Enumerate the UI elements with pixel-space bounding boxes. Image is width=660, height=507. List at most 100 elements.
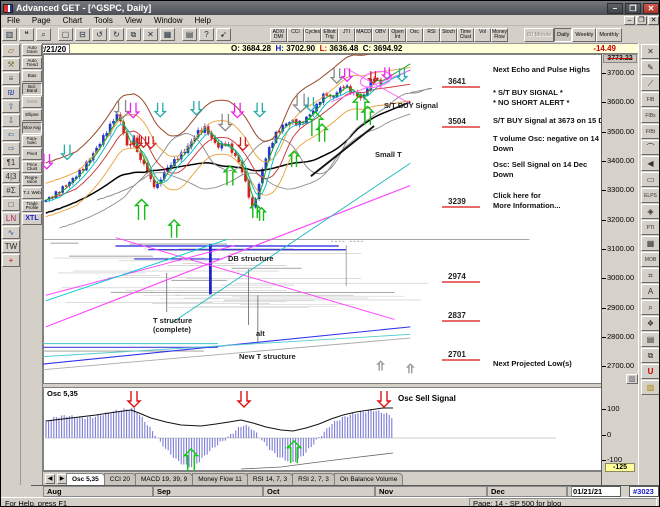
help-icon[interactable]: ? xyxy=(199,28,214,41)
tab-on-balance-volume[interactable]: On Balance Volume xyxy=(334,473,403,485)
period-button-weekly[interactable]: Weekly xyxy=(572,28,596,42)
delete-page-icon[interactable]: ✕ xyxy=(143,28,158,41)
menu-page[interactable]: Page xyxy=(26,16,57,25)
arrow-down-tool-icon[interactable]: ⇩ xyxy=(2,114,20,127)
tab-cci-20[interactable]: CCI 20 xyxy=(104,473,136,485)
study-button-osc[interactable]: Osc xyxy=(406,28,423,42)
fib-extension-icon[interactable]: FIBx xyxy=(641,108,660,123)
study-quick-para-bolic[interactable]: Para- bolic xyxy=(22,135,42,147)
study-quick-trade-profile[interactable]: Trade Profile xyxy=(22,200,42,212)
cross-tool-icon[interactable]: + xyxy=(2,254,20,267)
make-or-break-icon[interactable]: MOB xyxy=(641,252,660,267)
study-button-elliott-trig[interactable]: Elliott Trig xyxy=(321,28,338,42)
price-axis[interactable]: 3773.22 -125 ▨ 3700.003600.003500.003400… xyxy=(601,54,638,485)
mdi-minimize-button[interactable]: – xyxy=(624,16,635,25)
lines-tool-icon[interactable]: LN xyxy=(2,212,20,225)
study-button-cci[interactable]: CCI xyxy=(287,28,304,42)
tab-rsi-2-7-3[interactable]: RSI 2, 7, 3 xyxy=(292,473,335,485)
study-quick-delta[interactable]: Delta xyxy=(22,96,42,108)
study-quick-ellipse[interactable]: Ellipse xyxy=(22,109,42,121)
fib-retracement-icon[interactable]: FIB xyxy=(641,92,660,107)
regression-tool-icon[interactable]: ≡ xyxy=(2,72,20,85)
waves-tool-icon[interactable]: ∿ xyxy=(2,226,20,239)
menu-window[interactable]: Window xyxy=(148,16,188,25)
text-tool-icon[interactable]: A xyxy=(641,284,660,299)
wave-count-icon[interactable]: ¶1 xyxy=(2,156,20,169)
minimize-button[interactable]: – xyxy=(607,3,623,14)
arrow-up-tool-icon[interactable]: ⇧ xyxy=(2,100,20,113)
elliott-tool-icon[interactable]: ₪ xyxy=(2,86,20,99)
percent-tool-icon[interactable]: #Σ xyxy=(2,184,20,197)
find-icon[interactable]: ⌕ xyxy=(36,28,51,41)
mdi-restore-button[interactable]: ❐ xyxy=(636,16,647,25)
study-quick-price-clust[interactable]: Price Clust xyxy=(22,161,42,173)
study-button-stoch[interactable]: Stoch xyxy=(440,28,457,42)
study-quick-xtl[interactable]: XTL xyxy=(22,213,42,225)
zoom-icon[interactable]: ⌕ xyxy=(641,300,660,315)
tj-web-icon[interactable]: ◈ xyxy=(641,204,660,219)
arrow-right-tool-icon[interactable]: ⇨ xyxy=(2,142,20,155)
study-quick-mov-avg[interactable]: Mov Avg xyxy=(22,122,42,134)
study-button-rsi[interactable]: RSI xyxy=(423,28,440,42)
study-quick-bol-band[interactable]: Bol. Band xyxy=(22,83,42,95)
menu-help[interactable]: Help xyxy=(188,16,216,25)
tab-macd-19-39-9[interactable]: MACD 19, 39, 9 xyxy=(135,473,193,485)
mdi-close-button[interactable]: ✕ xyxy=(648,16,659,25)
restore-button[interactable]: ❐ xyxy=(625,3,641,14)
save-page-icon[interactable]: ⊟ xyxy=(75,28,90,41)
box-tool-icon[interactable]: □ xyxy=(2,198,20,211)
tw-tool-icon[interactable]: TW xyxy=(2,240,20,253)
menu-file[interactable]: File xyxy=(1,16,26,25)
period-button-daily[interactable]: Daily xyxy=(554,28,572,42)
back-icon[interactable]: ↺ xyxy=(92,28,107,41)
study-quick-auto-trend[interactable]: Auto Trend xyxy=(22,57,42,69)
study-button-money-flow[interactable]: Money Flow xyxy=(491,28,508,42)
chart-window-icon[interactable]: ▥ xyxy=(2,28,17,41)
new-page-icon[interactable]: ▢ xyxy=(58,28,73,41)
menu-tools[interactable]: Tools xyxy=(88,16,119,25)
period-button-60-minute[interactable]: 60 Minute xyxy=(524,28,554,42)
pencil-icon[interactable]: ✎ xyxy=(641,60,660,75)
palette-icon[interactable]: ❖ xyxy=(641,316,660,331)
forward-icon[interactable]: ↻ xyxy=(109,28,124,41)
study-button-open-int[interactable]: Open Int xyxy=(389,28,406,42)
copy-page-icon[interactable]: ⧉ xyxy=(126,28,141,41)
pointer-tool-icon[interactable]: ▱ xyxy=(2,44,20,57)
study-quick-pivot[interactable]: Pivot xyxy=(22,148,42,160)
pti-icon[interactable]: PTI xyxy=(641,220,660,235)
time-cluster-icon[interactable]: ▦ xyxy=(641,236,660,251)
gann-tool-icon[interactable]: ⚒ xyxy=(2,58,20,71)
axis-properties-icon[interactable]: ▨ xyxy=(626,374,638,384)
study-quick-auto-gann[interactable]: Auto Gann xyxy=(22,44,42,56)
menu-chart[interactable]: Chart xyxy=(57,16,89,25)
study-button-macd[interactable]: MACD xyxy=(355,28,372,42)
study-button-time-clust[interactable]: Time Clust xyxy=(457,28,474,42)
mob-arrow-icon[interactable]: ◀ xyxy=(641,156,660,171)
grid-icon[interactable]: ▤ xyxy=(641,332,660,347)
study-button-jti[interactable]: JTI xyxy=(338,28,355,42)
close-button[interactable]: ✕ xyxy=(643,3,659,14)
date-axis[interactable]: 01/21/21 #3023 AugSepOctNovDec xyxy=(31,485,660,497)
study-button-vol[interactable]: Vol xyxy=(474,28,491,42)
arrow-left-tool-icon[interactable]: ⇦ xyxy=(2,128,20,141)
study-quick-regre-ssion[interactable]: Regre- ssion xyxy=(22,174,42,186)
chart-settings-icon[interactable]: ▦ xyxy=(160,28,175,41)
quote-icon[interactable]: ❝ xyxy=(19,28,34,41)
copy-chart-icon[interactable]: ⧉ xyxy=(641,348,660,363)
tab-rsi-14-7-3[interactable]: RSI 14, 7, 3 xyxy=(247,473,293,485)
tab-money-flow-11[interactable]: Money Flow 11 xyxy=(192,473,248,485)
chart-options-icon[interactable]: ▨ xyxy=(641,380,660,395)
analyze-icon[interactable]: ⌗ xyxy=(641,268,660,283)
close-drawing-icon[interactable]: ✕ xyxy=(641,44,660,59)
undo-icon[interactable]: U xyxy=(641,364,660,379)
gann-fan-icon[interactable]: ⌒ xyxy=(641,140,660,155)
ratio-tool-icon[interactable]: 4|3 xyxy=(2,170,20,183)
tab-scroll-left-icon[interactable]: ◀ xyxy=(45,474,55,484)
period-button-monthly[interactable]: Monthly xyxy=(596,28,621,42)
study-quick-t-j-web[interactable]: T.J. Web xyxy=(22,187,42,199)
oscillator-plot[interactable] xyxy=(43,387,601,471)
study-button-obv[interactable]: OBV xyxy=(372,28,389,42)
study-quick-bias[interactable]: Bias xyxy=(22,70,42,82)
menu-view[interactable]: View xyxy=(119,16,148,25)
trendline-icon[interactable]: ⟋ xyxy=(641,76,660,91)
